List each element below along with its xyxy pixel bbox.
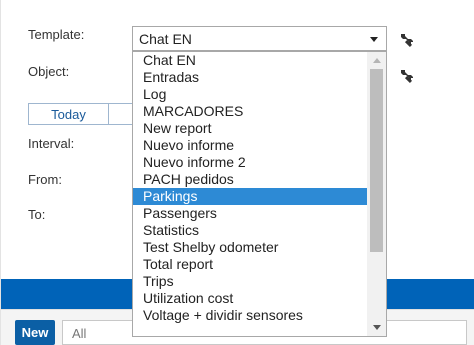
dropdown-option[interactable]: Voltage + dividir sensores <box>133 307 367 324</box>
dropdown-option[interactable]: Nuevo informe <box>133 137 367 154</box>
report-panel: Template: Chat EN Object: Today Interval… <box>0 0 474 345</box>
scroll-down-arrow-icon[interactable] <box>373 325 381 330</box>
dropdown-option[interactable]: PACH pedidos <box>133 171 367 188</box>
object-label: Object: <box>28 64 70 79</box>
dropdown-options: Chat EN Entradas Log MARCADORES New repo… <box>133 52 367 324</box>
new-button[interactable]: New <box>15 320 55 345</box>
dropdown-option[interactable]: Chat EN <box>133 52 367 69</box>
dropdown-option[interactable]: Log <box>133 86 367 103</box>
dropdown-option[interactable]: Test Shelby odometer <box>133 239 367 256</box>
template-label: Template: <box>28 27 85 42</box>
object-settings-wrench-icon[interactable] <box>398 68 414 84</box>
tab-today[interactable]: Today <box>28 103 109 125</box>
to-label: To: <box>28 207 46 222</box>
template-select[interactable]: Chat EN <box>132 26 387 51</box>
dropdown-option[interactable]: Nuevo informe 2 <box>133 154 367 171</box>
dropdown-option[interactable]: Passengers <box>133 205 367 222</box>
dropdown-option[interactable]: Trips <box>133 273 367 290</box>
interval-tabs: Today <box>28 103 139 125</box>
from-label: From: <box>28 172 62 187</box>
dropdown-option[interactable]: MARCADORES <box>133 103 367 120</box>
template-dropdown-list: Chat EN Entradas Log MARCADORES New repo… <box>132 51 387 337</box>
dropdown-option[interactable]: Utilization cost <box>133 290 367 307</box>
dropdown-option[interactable]: Statistics <box>133 222 367 239</box>
template-settings-wrench-icon[interactable] <box>398 32 414 48</box>
dropdown-option-highlighted[interactable]: Parkings <box>133 188 367 205</box>
chevron-down-icon[interactable] <box>370 37 378 42</box>
dropdown-scrollbar[interactable] <box>367 52 386 336</box>
interval-label: Interval: <box>28 136 75 151</box>
dropdown-option[interactable]: Entradas <box>133 69 367 86</box>
template-select-value: Chat EN <box>139 31 192 47</box>
scrollbar-thumb[interactable] <box>370 69 383 252</box>
dropdown-option[interactable]: Total report <box>133 256 367 273</box>
scroll-up-arrow-icon[interactable] <box>373 58 381 63</box>
dropdown-option[interactable]: New report <box>133 120 367 137</box>
